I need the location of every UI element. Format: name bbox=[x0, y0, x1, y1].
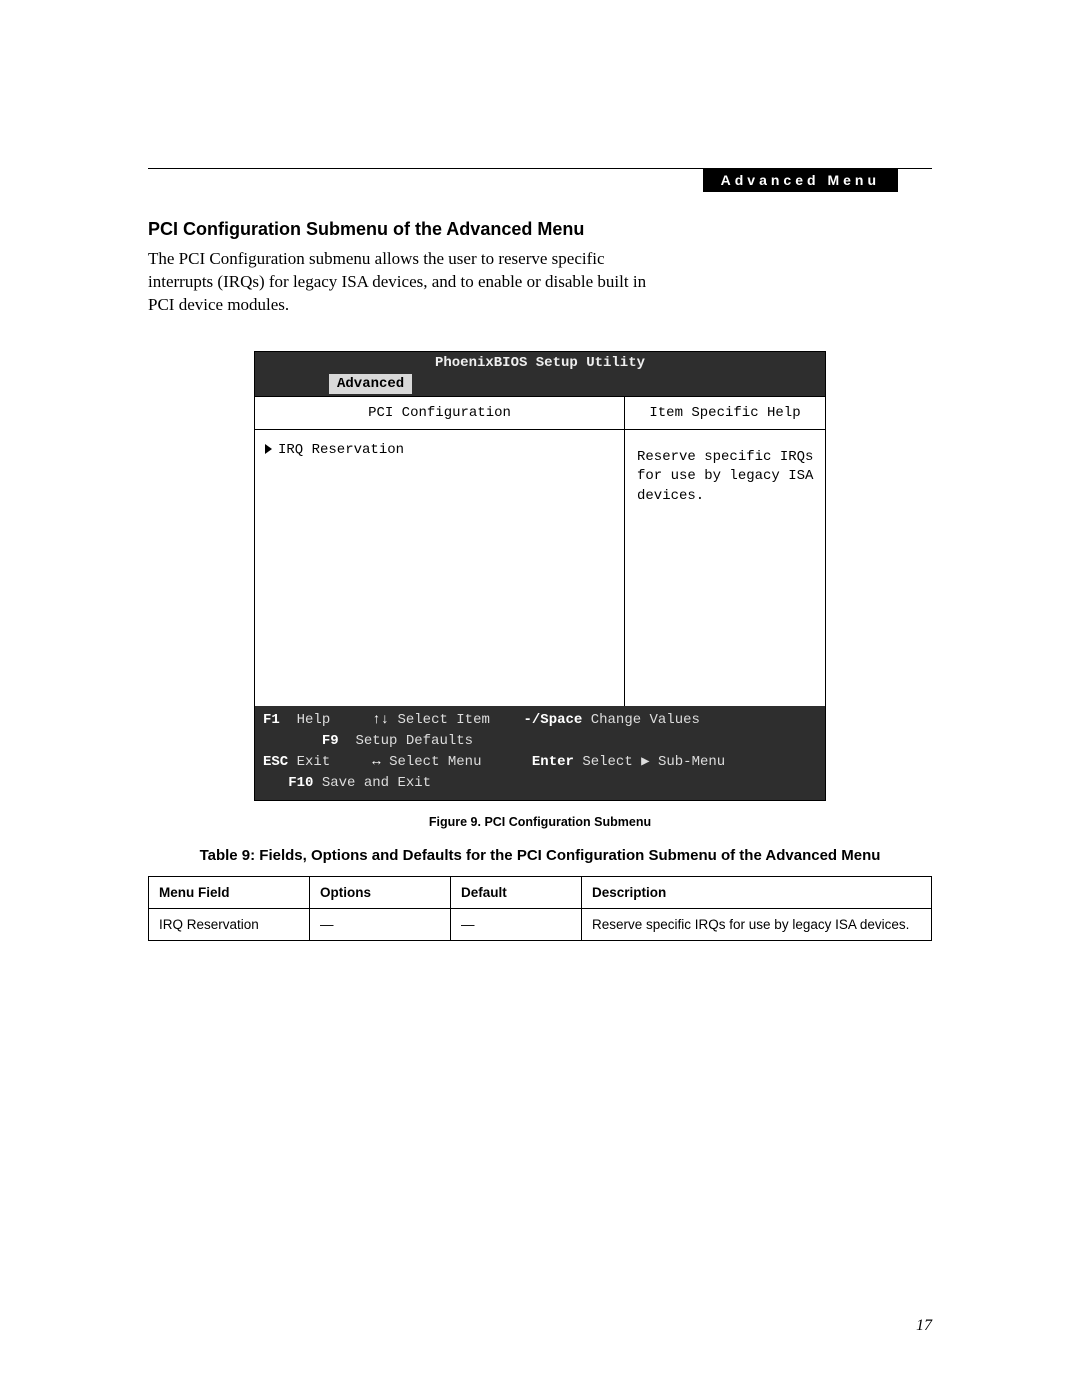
header-badge: Advanced Menu bbox=[703, 168, 898, 192]
bios-title: PhoenixBIOS Setup Utility bbox=[255, 352, 825, 374]
th-options: Options bbox=[310, 876, 451, 908]
bios-right-header: Item Specific Help bbox=[625, 397, 825, 430]
bios-left-pane: PCI Configuration IRQ Reservation bbox=[255, 397, 625, 706]
key-enter: Enter bbox=[532, 754, 574, 770]
options-table: Menu Field Options Default Description I… bbox=[148, 876, 932, 941]
bios-footer: F1 Help ↑↓ Select Item -/Space Change Va… bbox=[255, 706, 825, 800]
th-default: Default bbox=[451, 876, 582, 908]
page-number: 17 bbox=[916, 1317, 932, 1335]
bios-right-body: Reserve specific IRQs for use by legacy … bbox=[625, 430, 825, 519]
cell-description: Reserve specific IRQs for use by legacy … bbox=[582, 908, 932, 940]
bios-screenshot: PhoenixBIOS Setup Utility Advanced PCI C… bbox=[254, 351, 826, 801]
key-f9: F9 bbox=[322, 733, 339, 749]
top-rule: Advanced Menu bbox=[148, 168, 932, 169]
key-updown: ↑↓ bbox=[372, 712, 389, 728]
bios-left-header: PCI Configuration bbox=[255, 397, 624, 430]
document-page: Advanced Menu PCI Configuration Submenu … bbox=[0, 0, 1080, 1397]
th-menu-field: Menu Field bbox=[149, 876, 310, 908]
key-leftright: ↔ bbox=[372, 754, 380, 770]
bios-tab-advanced: Advanced bbox=[329, 374, 412, 394]
bios-right-pane: Item Specific Help Reserve specific IRQs… bbox=[625, 397, 825, 706]
label-exit: Exit bbox=[297, 754, 331, 770]
th-description: Description bbox=[582, 876, 932, 908]
label-select-submenu: Select ▶ Sub-Menu bbox=[582, 754, 725, 770]
cell-field: IRQ Reservation bbox=[149, 908, 310, 940]
bios-item-irq: IRQ Reservation bbox=[278, 442, 404, 458]
key-esc: ESC bbox=[263, 754, 288, 770]
figure-caption: Figure 9. PCI Configuration Submenu bbox=[148, 815, 932, 829]
label-save-exit: Save and Exit bbox=[322, 775, 431, 791]
cell-default: — bbox=[451, 908, 582, 940]
table-row: IRQ Reservation — — Reserve specific IRQ… bbox=[149, 908, 932, 940]
label-help: Help bbox=[297, 712, 331, 728]
key-f10: F10 bbox=[288, 775, 313, 791]
table-header-row: Menu Field Options Default Description bbox=[149, 876, 932, 908]
cell-options: — bbox=[310, 908, 451, 940]
label-setup-defaults: Setup Defaults bbox=[355, 733, 473, 749]
label-change-values: Change Values bbox=[591, 712, 700, 728]
label-select-menu: Select Menu bbox=[389, 754, 481, 770]
triangle-icon bbox=[265, 444, 272, 454]
bios-main: PCI Configuration IRQ Reservation Item S… bbox=[255, 396, 825, 706]
section-body: The PCI Configuration submenu allows the… bbox=[148, 248, 668, 317]
key-f1: F1 bbox=[263, 712, 280, 728]
table-title: Table 9: Fields, Options and Defaults fo… bbox=[148, 847, 932, 864]
bios-tab-bar: Advanced bbox=[255, 374, 825, 396]
key-minus-space: -/Space bbox=[524, 712, 583, 728]
bios-left-body: IRQ Reservation bbox=[255, 430, 624, 706]
section-title: PCI Configuration Submenu of the Advance… bbox=[148, 219, 932, 240]
label-select-item: Select Item bbox=[397, 712, 489, 728]
